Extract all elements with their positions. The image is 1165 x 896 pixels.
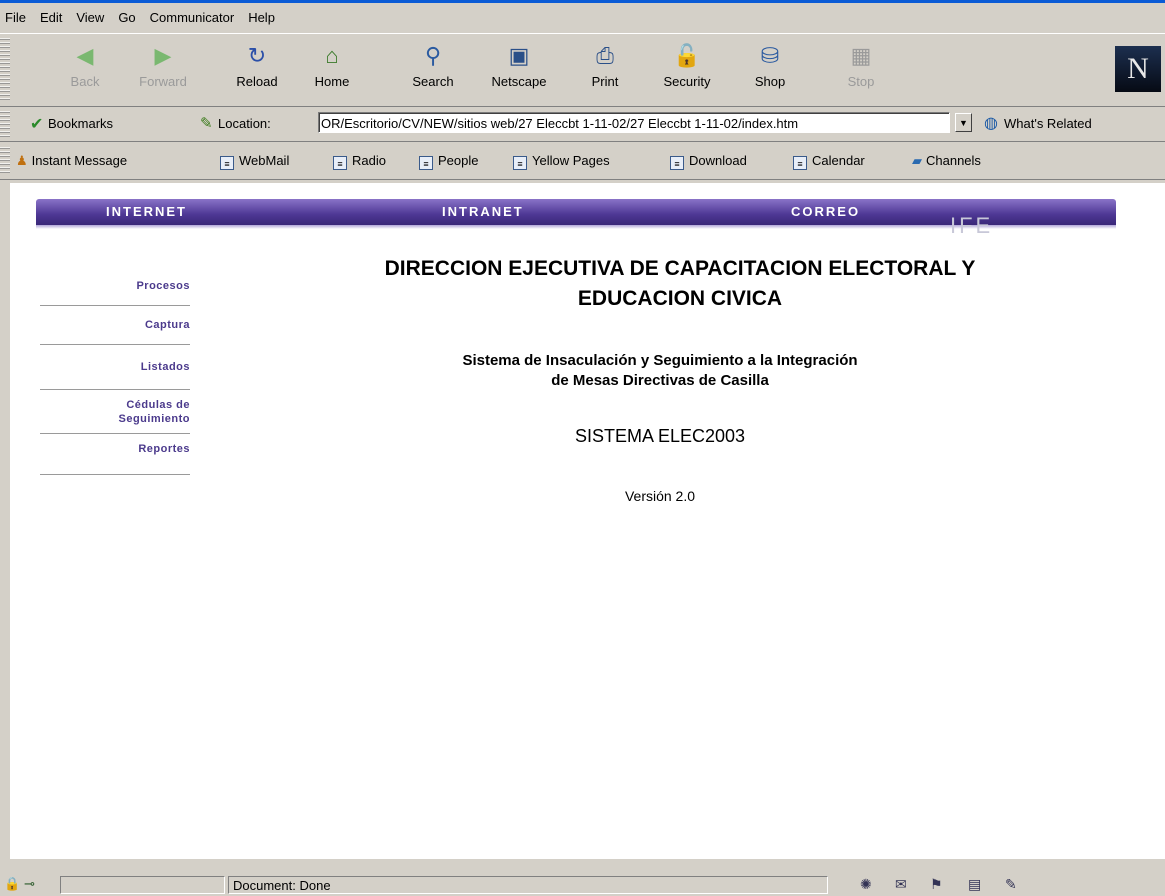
nav-cedulas[interactable]: Cédulas de Seguimiento	[40, 390, 190, 434]
bookmark-page-icon: ≡	[670, 156, 684, 170]
lock-icon: 🔓	[673, 43, 701, 68]
whats-related-button[interactable]: What's Related	[1004, 116, 1092, 131]
chevron-down-icon: ▼	[959, 118, 968, 128]
people-link[interactable]: ≡ People	[419, 153, 478, 170]
personal-toolbar: ♟ Instant Message ≡ WebMail ≡ Radio ≡ People…	[0, 143, 1165, 180]
bookmarks-icon: ✔	[30, 116, 44, 133]
location-label: Location:	[218, 116, 271, 131]
page-subtitle: Sistema de Insaculación y Seguimiento a …	[462, 352, 858, 389]
print-button[interactable]: ⎙ Print	[570, 42, 640, 89]
home-button[interactable]: ⌂ Home	[297, 42, 367, 89]
bookmark-page-icon: ≡	[333, 156, 347, 170]
stop-icon: ▦	[850, 43, 872, 68]
netscape-logo[interactable]: N	[1115, 46, 1161, 92]
connection-plug-icon: ⊸	[24, 876, 35, 891]
folder-icon: ▰	[912, 153, 922, 168]
navigation-toolbar: ◀ Back ▶ Forward ↻ Reload ⌂ Home ⚲ Search ▣ Ne…	[0, 33, 1165, 107]
search-button[interactable]: ⚲ Search	[398, 42, 468, 89]
back-button[interactable]: ◀ Back	[50, 42, 120, 89]
status-text: Document: Done	[233, 878, 331, 893]
menu-file[interactable]: File	[0, 10, 33, 25]
menu-view[interactable]: View	[69, 10, 111, 25]
security-lock-icon[interactable]: 🔒	[4, 876, 20, 892]
newsgroups-icon[interactable]: ⚑	[930, 876, 943, 893]
instant-message-link[interactable]: ♟ Instant Message	[16, 153, 127, 169]
webmail-link[interactable]: ≡ WebMail	[220, 153, 289, 170]
system-name: SISTEMA ELEC2003	[574, 426, 746, 446]
bookmark-page-icon: ≡	[220, 156, 234, 170]
security-button[interactable]: 🔓 Security	[652, 42, 722, 89]
search-icon: ⚲	[424, 43, 442, 68]
page-title: DIRECCION EJECUTIVA DE CAPACITACION ELEC…	[384, 257, 976, 310]
tab-intranet[interactable]: INTRANET	[442, 204, 524, 219]
menu-communicator[interactable]: Communicator	[143, 10, 242, 25]
netscape-button[interactable]: ▣ Netscape	[484, 42, 554, 89]
shop-button[interactable]: ⛁ Shop	[735, 42, 805, 89]
bookmarks-button[interactable]: Bookmarks	[48, 116, 113, 131]
version-label: Versión 2.0	[624, 488, 696, 504]
forward-button[interactable]: ▶ Forward	[128, 42, 198, 89]
nav-procesos[interactable]: Procesos	[40, 267, 190, 306]
calendar-link[interactable]: ≡ Calendar	[793, 153, 865, 170]
back-arrow-icon: ◀	[76, 43, 94, 68]
netscape-my-icon: ▣	[508, 43, 530, 68]
location-toolbar: ✔ Bookmarks ✎ Location: OR/Escritorio/CV…	[0, 107, 1165, 142]
navigator-icon[interactable]: ✺	[860, 876, 872, 893]
tab-correo[interactable]: CORREO	[791, 204, 860, 219]
menu-help[interactable]: Help	[241, 10, 282, 25]
download-link[interactable]: ≡ Download	[670, 153, 747, 170]
radio-link[interactable]: ≡ Radio	[333, 153, 386, 170]
nav-listados[interactable]: Listados	[40, 345, 190, 390]
reload-icon: ↻	[247, 43, 267, 68]
composer-icon[interactable]: ✎	[1005, 876, 1017, 893]
bookmark-page-icon: ≡	[513, 156, 527, 170]
bookmark-page-icon: ≡	[419, 156, 433, 170]
ife-logo: IFE	[950, 213, 994, 238]
home-icon: ⌂	[325, 43, 339, 68]
side-nav: Procesos Captura Listados Cédulas de Seg…	[40, 267, 190, 475]
shop-bag-icon: ⛁	[760, 43, 780, 68]
stop-button[interactable]: ▦ Stop	[826, 42, 896, 89]
location-grip[interactable]	[0, 111, 10, 137]
forward-arrow-icon: ▶	[154, 43, 172, 68]
status-bar: 🔒 ⊸ Document: Done ✺ ✉ ⚑ ▤ ✎	[0, 873, 1165, 896]
yellow-pages-link[interactable]: ≡ Yellow Pages	[513, 153, 610, 170]
whats-related-icon: ◍	[984, 115, 998, 132]
bookmark-page-icon: ≡	[793, 156, 807, 170]
url-dropdown-button[interactable]: ▼	[955, 113, 972, 132]
personal-grip[interactable]	[0, 147, 10, 175]
menu-bar: File Edit View Go Communicator Help	[0, 3, 1165, 31]
nav-captura[interactable]: Captura	[40, 306, 190, 345]
menu-go[interactable]: Go	[111, 10, 142, 25]
person-icon: ♟	[16, 153, 28, 168]
mail-icon[interactable]: ✉	[895, 876, 907, 893]
reload-button[interactable]: ↻ Reload	[222, 42, 292, 89]
channels-link[interactable]: ▰ Channels	[912, 153, 981, 169]
location-icon: ✎	[200, 115, 213, 132]
url-input[interactable]: OR/Escritorio/CV/NEW/sitios web/27 Elecc…	[318, 112, 950, 133]
toolbar-grip[interactable]	[0, 38, 10, 102]
print-icon: ⎙	[596, 43, 614, 68]
tab-internet[interactable]: INTERNET	[106, 204, 187, 219]
progress-field	[60, 876, 225, 894]
address-book-icon[interactable]: ▤	[968, 876, 981, 893]
nav-reportes[interactable]: Reportes	[40, 434, 190, 475]
menu-edit[interactable]: Edit	[33, 10, 69, 25]
page-content: INTERNET INTRANET CORREO IFE Procesos Ca…	[10, 183, 1165, 859]
